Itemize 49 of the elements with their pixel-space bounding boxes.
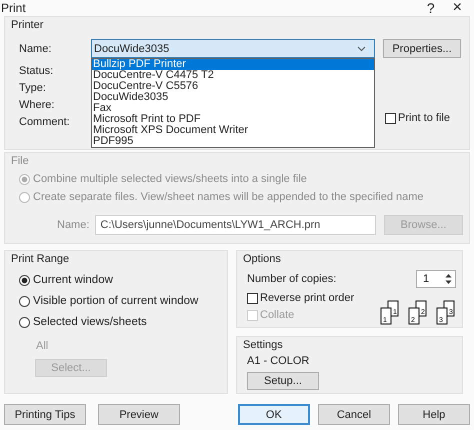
setup-button[interactable]: Setup...	[247, 372, 319, 390]
printer-option[interactable]: DocuWide3035	[92, 92, 374, 103]
window-title: Print	[1, 1, 26, 15]
info-label: Status:	[19, 65, 54, 79]
radio-button[interactable]	[19, 274, 30, 286]
settings-value: A1 - COLOR	[247, 355, 310, 367]
copies-spinner[interactable]: 1	[416, 270, 456, 288]
group-title: File	[11, 155, 29, 167]
name-label: Name:	[19, 42, 52, 54]
sheets-label: All	[36, 340, 50, 352]
spin-arrows-icon	[444, 272, 453, 286]
help-button[interactable]: ?	[424, 0, 437, 16]
info-label: Type:	[19, 82, 47, 96]
name-label: Name:	[57, 219, 90, 231]
group-title: Settings	[243, 339, 283, 351]
checkbox-label: Collate	[260, 309, 294, 321]
group-title: Options	[243, 253, 281, 265]
copies-label: Number of copies:	[247, 273, 336, 285]
group-title: Printer	[11, 19, 44, 31]
dialog-button[interactable]: Preview	[98, 404, 180, 425]
radio-label: Create separate files. View/sheet names will be appended to the specified name	[33, 191, 424, 203]
radio-label: Selected views/sheets	[33, 316, 147, 328]
checkbox-label: Reverse print order	[260, 292, 354, 304]
info-label: Comment:	[19, 116, 71, 130]
chevron-icon	[357, 46, 366, 52]
printer-option[interactable]: PDF995	[92, 136, 374, 147]
radio-button[interactable]	[19, 316, 30, 328]
printer-option[interactable]: Microsoft XPS Document Writer	[92, 125, 374, 136]
printer-option[interactable]: Bullzip PDF Printer	[92, 59, 374, 70]
printer-option[interactable]: DocuCentre-V C4475 T2	[92, 70, 374, 81]
radio-button[interactable]	[19, 296, 30, 306]
print-to-file-checkbox[interactable]	[385, 112, 396, 124]
dialog-button[interactable]: Cancel	[318, 404, 390, 425]
dialog-button[interactable]: OK	[238, 404, 310, 425]
printer-option[interactable]: DocuCentre-V C5576	[92, 81, 374, 92]
dialog-button[interactable]: Printing Tips	[4, 404, 86, 425]
radio-label: Current window	[33, 274, 113, 286]
printer-option[interactable]: Fax	[92, 103, 374, 114]
close-button[interactable]: ×	[450, 0, 464, 16]
radio-label: Visible portion of current window	[33, 295, 198, 307]
group-title: Print Range	[11, 253, 70, 265]
checkbox[interactable]	[247, 292, 258, 304]
print-to-file-label: Print to file	[398, 112, 450, 124]
properties-button[interactable]: Properties...	[383, 39, 461, 58]
radio-label: Combine multiple selected views/sheets into a single file	[33, 173, 307, 185]
info-label: Where:	[19, 99, 56, 113]
printer-dropdown[interactable]: DocuWide3035	[91, 39, 375, 58]
printer-option[interactable]: Microsoft Print to PDF	[92, 114, 374, 125]
dialog-button[interactable]: Help	[398, 404, 470, 425]
